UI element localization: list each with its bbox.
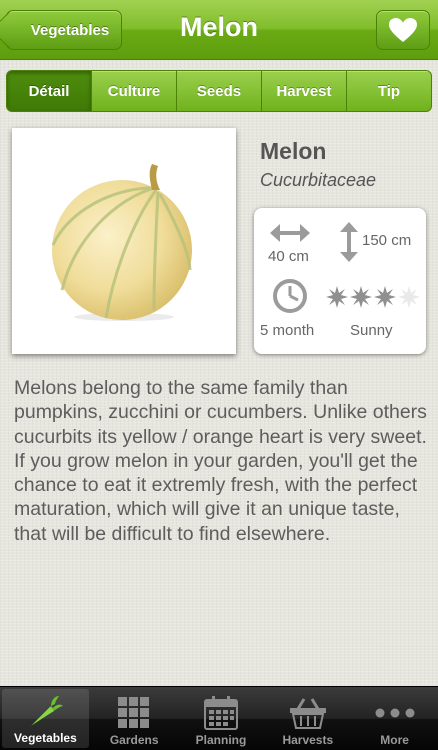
plant-name: Melon bbox=[260, 138, 327, 164]
sun-filled-icon bbox=[374, 286, 396, 308]
sun-filled-icon bbox=[326, 286, 348, 308]
tabbar-label: Gardens bbox=[109, 733, 159, 747]
sun-level-indicator bbox=[326, 286, 420, 308]
tabbar-item-vegetables[interactable]: Vegetables bbox=[2, 689, 89, 748]
tabbar-label: Harvests bbox=[282, 733, 334, 747]
plant-photo[interactable] bbox=[12, 128, 236, 354]
bottom-tab-bar: Vegetables Gardens Planning Harvests Mor… bbox=[0, 686, 438, 750]
tab-tip[interactable]: Tip bbox=[347, 71, 431, 111]
tabbar-item-gardens[interactable]: Gardens bbox=[91, 687, 178, 750]
tabbar-item-more[interactable]: More bbox=[351, 687, 438, 750]
back-arrow-icon bbox=[0, 11, 28, 49]
tabbar-label: More bbox=[380, 733, 409, 747]
tabbar-label: Planning bbox=[195, 733, 247, 747]
sun-value: Sunny bbox=[350, 322, 393, 339]
plant-description: Melons belong to the same family than pu… bbox=[14, 377, 427, 545]
clock-icon bbox=[273, 279, 307, 313]
back-button-label: Vegetables bbox=[30, 21, 110, 39]
sun-filled-icon bbox=[350, 286, 372, 308]
tab-culture[interactable]: Culture bbox=[92, 71, 177, 111]
plant-info-card: 40 cm 150 cm 5 month Sunny bbox=[254, 208, 426, 354]
detail-tabs: Détail Culture Seeds Harvest Tip bbox=[6, 70, 432, 112]
spacing-value: 40 cm bbox=[268, 248, 309, 265]
tabbar-label: Vegetables bbox=[14, 731, 77, 745]
calendar-icon bbox=[203, 696, 238, 730]
basket-icon bbox=[289, 698, 326, 729]
tabbar-item-planning[interactable]: Planning bbox=[178, 687, 265, 750]
melon-image bbox=[51, 164, 192, 321]
grid-icon bbox=[118, 697, 150, 728]
tabbar-item-harvests[interactable]: Harvests bbox=[264, 687, 351, 750]
sun-empty-icon bbox=[398, 286, 420, 308]
heart-icon bbox=[389, 17, 417, 42]
duration-value: 5 month bbox=[260, 322, 315, 339]
favorite-button[interactable] bbox=[376, 10, 430, 50]
tab-detail[interactable]: Détail bbox=[7, 71, 92, 111]
carrot-icon bbox=[31, 696, 64, 726]
plant-family: Cucurbitaceae bbox=[260, 170, 377, 190]
height-arrows-icon bbox=[340, 222, 358, 262]
height-value: 150 cm bbox=[362, 232, 412, 249]
nav-bar: Vegetables Melon bbox=[0, 0, 438, 60]
more-icon bbox=[375, 708, 415, 718]
spacing-arrows-icon bbox=[270, 224, 310, 242]
tab-seeds[interactable]: Seeds bbox=[177, 71, 262, 111]
tab-harvest[interactable]: Harvest bbox=[262, 71, 347, 111]
page-title: Melon bbox=[180, 12, 258, 42]
back-button[interactable]: Vegetables bbox=[0, 10, 122, 50]
